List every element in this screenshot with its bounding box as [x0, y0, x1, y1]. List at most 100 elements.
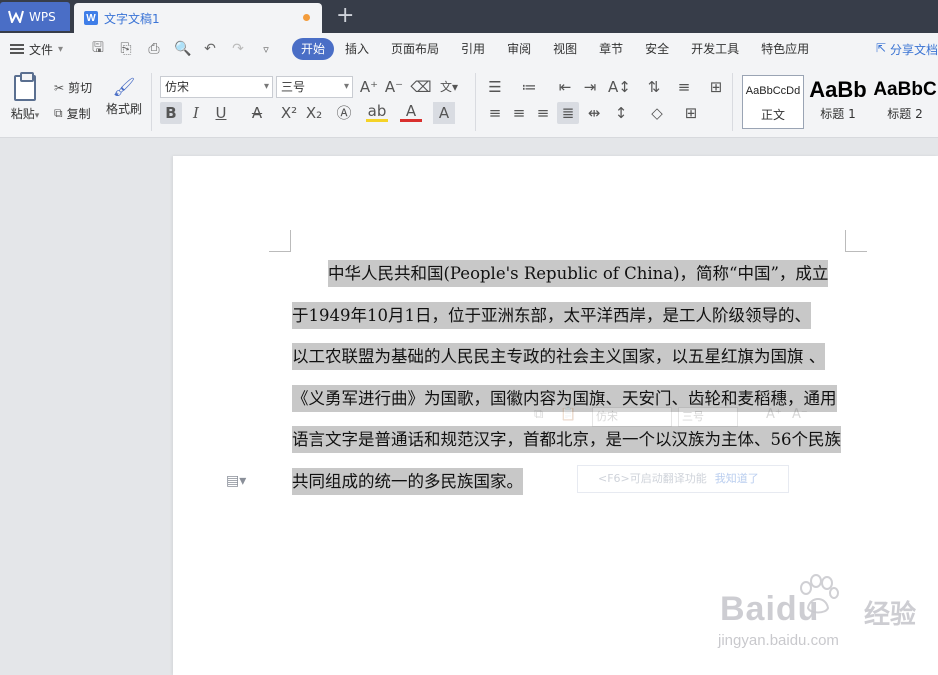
shading-icon[interactable]: ◇ [646, 102, 668, 124]
show-hide-icon[interactable]: ⊞ [705, 76, 727, 98]
shrink-font-icon[interactable]: A⁻ [383, 76, 405, 98]
copy-label: 复制 [66, 107, 91, 121]
distributed-align-icon[interactable]: ⇹ [583, 102, 605, 124]
baidu-jingyan-watermark: Baidu 经验 jingyan.baidu.com [718, 570, 928, 660]
paste-button[interactable]: 粘贴▾ [8, 72, 42, 122]
file-menu[interactable]: 文件 ▾ [0, 41, 80, 58]
align-center-icon[interactable]: ≡ [508, 102, 530, 124]
text-direction-icon[interactable]: A↕ [608, 76, 631, 98]
title-bar: WPS W 文字文稿1 + [0, 0, 938, 33]
style-normal[interactable]: AaBbCcDd 正文 [742, 75, 804, 129]
bold-button[interactable]: B [160, 102, 182, 124]
text-line: 以工农联盟为基础的人民民主专政的社会主义国家，以五星红旗为国旗 、 [292, 336, 852, 378]
watermark-url: jingyan.baidu.com [718, 632, 839, 649]
numbered-list-icon[interactable]: ≔ [518, 76, 540, 98]
font-color-icon[interactable]: A [400, 102, 422, 122]
bullet-list-icon[interactable]: ☰ [484, 76, 506, 98]
floating-format-toolbar[interactable]: ⧉ 📋 仿宋 三号 A⁺ A⁻ [530, 405, 848, 455]
ribbon-tabs: 开始 插入 页面布局 引用 审阅 视图 章节 安全 开发工具 特色应用 [292, 38, 820, 60]
watermark-brand-cn: 经验 [864, 600, 917, 630]
hamburger-icon [10, 44, 24, 54]
tab-review[interactable]: 审阅 [496, 38, 542, 60]
font-size-select[interactable]: 三号 [276, 76, 353, 98]
text-line: 于1949年10月1日，位于亚洲东部，太平洋西岸，是工人阶级领导的、 [292, 295, 852, 337]
style-heading-1[interactable]: AaBb 标题 1 [806, 75, 870, 129]
highlight-color-icon[interactable]: ab [366, 102, 388, 122]
margin-corner-mark [269, 230, 291, 252]
wps-home-tab[interactable]: WPS [0, 2, 70, 31]
redo-icon[interactable]: ↷ [230, 41, 246, 57]
document-tab[interactable]: W 文字文稿1 [74, 3, 322, 33]
margin-corner-mark [845, 230, 867, 252]
align-right-icon[interactable]: ≡ [532, 102, 554, 124]
mini-font-select[interactable]: 仿宋 [592, 407, 672, 427]
tab-sections[interactable]: 章节 [588, 38, 634, 60]
align-left-icon[interactable]: ≡ [484, 102, 506, 124]
shrink-font-icon[interactable]: A⁻ [792, 407, 808, 422]
dismiss-tip-link[interactable]: 我知道了 [715, 472, 759, 485]
undo-icon[interactable]: ↶ [202, 41, 218, 57]
style-name: 标题 1 [820, 107, 856, 121]
print-icon[interactable]: ⎙ [146, 41, 162, 57]
text-effect-icon[interactable]: Ⓐ [333, 102, 355, 124]
format-painter-button[interactable]: 🖌 格式刷 [106, 77, 142, 117]
font-name-select[interactable]: 仿宋 [160, 76, 273, 98]
tab-insert[interactable]: 插入 [334, 38, 380, 60]
clear-format-icon[interactable]: ⌫ [410, 76, 432, 98]
tab-view[interactable]: 视图 [542, 38, 588, 60]
quick-access-toolbar: 🖫 ⎘ ⎙ 🔍 ↶ ↷ ▿ [90, 37, 274, 61]
mini-size-select[interactable]: 三号 [678, 407, 738, 427]
style-heading-2[interactable]: AaBbC 标题 2 [872, 75, 938, 129]
export-icon[interactable]: ⎘ [118, 41, 134, 57]
subscript-icon[interactable]: X₂ [303, 102, 325, 124]
divider [151, 73, 152, 131]
phonetic-guide-icon[interactable]: 文▾ [438, 76, 460, 98]
menu-bar: 文件 ▾ 🖫 ⎘ ⎙ 🔍 ↶ ↷ ▿ 开始 插入 页面布局 引用 审阅 视图 章… [0, 33, 938, 65]
divider [732, 73, 733, 131]
underline-button[interactable]: U [210, 102, 232, 124]
wps-tab-label: WPS [29, 9, 56, 24]
superscript-icon[interactable]: X² [278, 102, 300, 124]
save-icon[interactable]: 🖫 [90, 37, 106, 61]
format-painter-icon: 🖌 [112, 77, 136, 98]
share-document-button[interactable]: ⇱ 分享文档 [876, 41, 938, 58]
ribbon-toolbar: 粘贴▾ ✂ 剪切 ⧉ 复制 🖌 格式刷 仿宋 三号 A⁺ A⁻ ⌫ 文▾ B I… [0, 65, 938, 138]
decrease-indent-icon[interactable]: ⇤ [554, 76, 576, 98]
style-name: 正文 [760, 108, 785, 122]
sort-icon[interactable]: ⇅ [643, 76, 665, 98]
print-preview-icon[interactable]: 🔍 [174, 41, 191, 57]
justify-icon[interactable]: ≣ [557, 102, 579, 124]
copy-icon: ⧉ [54, 106, 63, 120]
grow-font-icon[interactable]: A⁺ [358, 76, 380, 98]
borders-icon[interactable]: ⊞ [680, 102, 702, 124]
grow-font-icon[interactable]: A⁺ [766, 407, 782, 422]
style-gallery: AaBbCcDd 正文 AaBb 标题 1 AaBbC 标题 2 [740, 75, 938, 131]
tab-security[interactable]: 安全 [634, 38, 680, 60]
scissors-icon: ✂ [54, 80, 65, 95]
customize-icon[interactable]: ▿ [258, 43, 274, 56]
translate-tip: <F6>可启动翻译功能 我知道了 [577, 465, 789, 493]
copy-icon[interactable]: ⧉ [534, 407, 543, 422]
tab-page-layout[interactable]: 页面布局 [380, 38, 450, 60]
style-name: 标题 2 [887, 107, 923, 121]
tab-developer[interactable]: 开发工具 [680, 38, 750, 60]
cut-label: 剪切 [68, 81, 93, 95]
paste-icon[interactable]: 📋 [560, 407, 576, 422]
char-shading-icon[interactable]: A [433, 102, 455, 124]
divider [475, 73, 476, 131]
new-tab-button[interactable]: + [336, 4, 354, 28]
strikethrough-icon[interactable]: A [246, 102, 268, 124]
share-icon: ⇱ [875, 41, 886, 55]
paragraph-options-icon[interactable]: ▤▾ [226, 473, 246, 489]
tab-references[interactable]: 引用 [450, 38, 496, 60]
tab-special-apps[interactable]: 特色应用 [750, 38, 820, 60]
paragraph-spacing-icon[interactable]: ↕ [610, 102, 632, 124]
line-spacing-icon[interactable]: ≡ [673, 76, 695, 98]
cut-button[interactable]: ✂ 剪切 [54, 79, 92, 96]
style-sample: AaBbC [873, 79, 937, 100]
italic-button[interactable]: I [185, 102, 207, 124]
copy-button[interactable]: ⧉ 复制 [54, 105, 91, 122]
increase-indent-icon[interactable]: ⇥ [579, 76, 601, 98]
tab-home[interactable]: 开始 [292, 38, 335, 60]
text-line: 中华人民共和国(People's Republic of China)，简称“中… [292, 253, 852, 295]
